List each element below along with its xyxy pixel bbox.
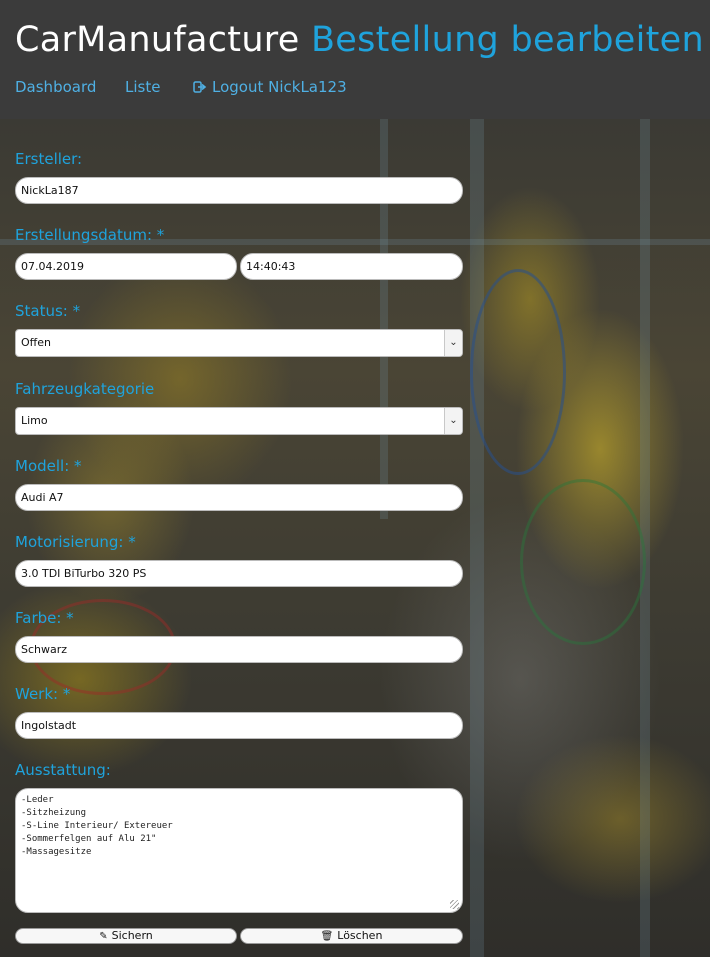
- motorisierung-field[interactable]: 3.0 TDI BiTurbo 320 PS: [15, 560, 463, 587]
- brand-title: CarManufacture: [15, 20, 300, 60]
- save-button-label: Sichern: [111, 929, 153, 942]
- modell-label: Modell: *: [15, 457, 82, 475]
- trash-icon: 🗑: [320, 931, 334, 942]
- resize-handle-icon[interactable]: [450, 900, 459, 909]
- fahrzeugkategorie-select[interactable]: Limo ⌄: [15, 407, 463, 435]
- farbe-field[interactable]: Schwarz: [15, 636, 463, 663]
- ausstattung-text: -Leder -Sitzheizung -S-Line Interieur/ E…: [21, 795, 173, 857]
- chevron-down-icon[interactable]: ⌄: [444, 330, 462, 356]
- page-title: CarManufacture Bestellung bearbeiten: [15, 17, 704, 63]
- motorisierung-label: Motorisierung: *: [15, 533, 136, 551]
- status-selected-value: Offen: [21, 336, 51, 349]
- farbe-label: Farbe: *: [15, 609, 74, 627]
- erstellungsdatum-label: Erstellungsdatum: *: [15, 226, 165, 244]
- save-button[interactable]: ✎ Sichern: [15, 928, 237, 944]
- page-subtitle: Bestellung bearbeiten: [311, 20, 704, 60]
- werk-label: Werk: *: [15, 685, 71, 703]
- nav-dashboard-link[interactable]: Dashboard: [15, 78, 96, 96]
- time-field[interactable]: 14:40:43: [240, 253, 463, 280]
- ersteller-field[interactable]: NickLa187: [15, 177, 463, 204]
- chevron-down-icon[interactable]: ⌄: [444, 408, 462, 434]
- app-header: CarManufacture Bestellung bearbeiten Das…: [0, 0, 710, 119]
- status-label: Status: *: [15, 302, 81, 320]
- logout-label: Logout NickLa123: [212, 78, 347, 96]
- sign-out-icon: [193, 79, 207, 97]
- ausstattung-label: Ausstattung:: [15, 761, 111, 779]
- werk-field[interactable]: Ingolstadt: [15, 712, 463, 739]
- pencil-icon: ✎: [99, 931, 108, 942]
- modell-field[interactable]: Audi A7: [15, 484, 463, 511]
- delete-button[interactable]: 🗑 Löschen: [240, 928, 463, 944]
- nav-logout-link[interactable]: Logout NickLa123: [193, 78, 347, 97]
- nav-liste-link[interactable]: Liste: [125, 78, 160, 96]
- ausstattung-textarea[interactable]: -Leder -Sitzheizung -S-Line Interieur/ E…: [15, 788, 463, 913]
- fahrzeugkategorie-selected-value: Limo: [21, 414, 48, 427]
- fahrzeugkategorie-label: Fahrzeugkategorie: [15, 380, 155, 398]
- delete-button-label: Löschen: [337, 929, 383, 942]
- status-select[interactable]: Offen ⌄: [15, 329, 463, 357]
- date-field[interactable]: 07.04.2019: [15, 253, 237, 280]
- ersteller-label: Ersteller:: [15, 150, 83, 168]
